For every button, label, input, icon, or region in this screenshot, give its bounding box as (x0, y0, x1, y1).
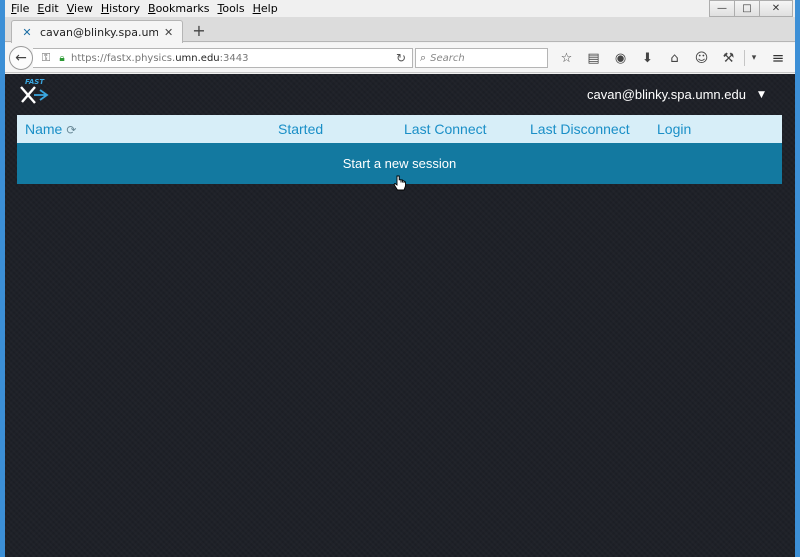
menu-view[interactable]: View (63, 2, 97, 15)
bookmark-star-icon[interactable]: ☆ (553, 48, 580, 68)
key-icon[interactable]: ⚿ (37, 51, 55, 65)
chat-icon[interactable]: ☺ (688, 48, 715, 68)
reading-list-icon[interactable]: ▤ (580, 48, 607, 68)
start-new-session-button[interactable]: Start a new session (17, 143, 782, 191)
column-login[interactable]: Login (657, 121, 691, 137)
sessions-table: Name ⟳ Started Last Connect Last Disconne… (17, 115, 782, 191)
user-menu[interactable]: cavan@blinky.spa.umn.edu ▼ (587, 87, 765, 102)
navigation-bar: ⚿ 🔒︎ https://fastx.physics.umn.edu:3443 … (5, 43, 795, 73)
menu-tools[interactable]: Tools (213, 2, 248, 15)
overflow-caret-icon[interactable]: ▾ (747, 48, 761, 68)
tab-fastx[interactable]: ✕ cavan@blinky.spa.umn.ed... ✕ (11, 20, 183, 43)
maximize-button[interactable]: □ (734, 0, 760, 17)
user-name[interactable]: cavan@blinky.spa.umn.edu (587, 87, 746, 102)
close-window-button[interactable]: ✕ (759, 0, 793, 17)
pocket-icon[interactable]: ◉ (607, 48, 634, 68)
menu-bar: File Edit View History Bookmarks Tools H… (5, 0, 795, 17)
menu-history[interactable]: History (97, 2, 144, 15)
download-icon[interactable]: ⬇ (634, 48, 661, 68)
search-placeholder: Search (430, 52, 465, 64)
fastx-page: FAST cavan@blinky.spa.umn.edu ▼ Name ⟳ St… (5, 74, 795, 557)
table-header: Name ⟳ Started Last Connect Last Disconne… (17, 115, 782, 143)
menu-help[interactable]: Help (249, 2, 282, 15)
menu-edit[interactable]: Edit (33, 2, 62, 15)
browser-chrome: File Edit View History Bookmarks Tools H… (5, 0, 795, 557)
hamburger-menu-button[interactable]: ≡ (767, 48, 789, 68)
toolbar-icons: ☆ ▤ ◉ ⬇ ⌂ ☺ ⚒ ▾ (553, 48, 761, 68)
column-name[interactable]: Name ⟳ (25, 121, 76, 137)
column-started[interactable]: Started (278, 121, 323, 137)
toolbar-divider (744, 50, 745, 66)
browser-window: File Edit View History Bookmarks Tools H… (0, 0, 800, 557)
minimize-button[interactable]: — (709, 0, 735, 17)
tab-title: cavan@blinky.spa.umn.ed... (40, 25, 158, 39)
fastx-logo: FAST (20, 78, 49, 104)
menu-bookmarks[interactable]: Bookmarks (144, 2, 213, 15)
new-tab-button[interactable]: + (189, 21, 209, 40)
tab-strip: ✕ cavan@blinky.spa.umn.ed... ✕ + (5, 17, 795, 43)
url-text[interactable]: https://fastx.physics.umn.edu:3443 (71, 53, 248, 64)
refresh-icon[interactable]: ⟳ (66, 123, 76, 137)
extension-icon[interactable]: ⚒ (715, 48, 742, 68)
logo-text: FAST (25, 78, 45, 86)
tab-close-icon[interactable]: ✕ (164, 26, 173, 39)
home-icon[interactable]: ⌂ (661, 48, 688, 68)
menu-file[interactable]: File (7, 2, 33, 15)
window-controls: — □ ✕ (709, 0, 793, 17)
search-input[interactable]: ⌕ Search (415, 48, 548, 68)
hand-cursor-icon (393, 175, 406, 191)
fastx-favicon-icon: ✕ (22, 25, 32, 39)
chevron-down-icon[interactable]: ▼ (758, 90, 765, 100)
column-last-disconnect[interactable]: Last Disconnect (530, 121, 630, 137)
column-last-connect[interactable]: Last Connect (404, 121, 487, 137)
lock-icon[interactable]: 🔒︎ (55, 53, 69, 64)
url-bar[interactable]: ⚿ 🔒︎ https://fastx.physics.umn.edu:3443 … (33, 48, 413, 68)
search-icon: ⌕ (420, 51, 427, 64)
back-button[interactable]: ← (9, 46, 33, 70)
reload-icon[interactable]: ↻ (396, 51, 406, 65)
start-new-session-label: Start a new session (342, 156, 457, 171)
